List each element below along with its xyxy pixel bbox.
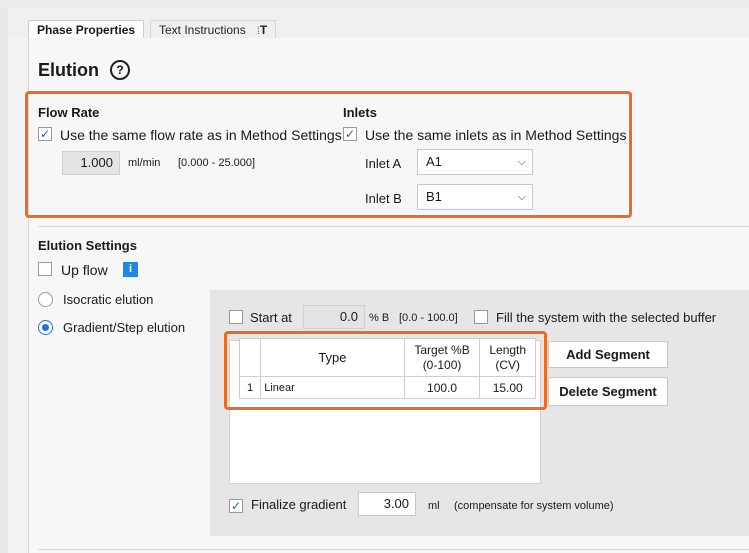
checkmark-icon: ✓ (344, 127, 356, 141)
start-at-unit: % B (369, 312, 390, 324)
flow-rate-range: [0.000 - 25.000] (178, 157, 256, 169)
up-flow-label: Up flow (61, 262, 108, 278)
inlet-b-select[interactable]: B1 ⌵ (417, 184, 533, 210)
gradient-radio[interactable] (38, 320, 53, 335)
segment-table-highlight (224, 331, 547, 410)
window-left-strip (0, 8, 8, 553)
finalize-note: (compensate for system volume) (454, 500, 614, 512)
flow-rate-checkbox-label: Use the same flow rate as in Method Sett… (60, 127, 342, 143)
window-top-strip (0, 0, 749, 8)
elution-settings-title: Elution Settings (38, 238, 137, 253)
tab-overflow-label-text: T (259, 23, 268, 37)
checkmark-icon: ✓ (230, 499, 242, 513)
start-at-label: Start at (250, 310, 292, 325)
info-icon[interactable]: i (123, 262, 138, 277)
up-flow-checkbox[interactable] (38, 262, 52, 276)
inlets-checkbox[interactable]: ✓ (343, 127, 357, 141)
flow-rate-unit: ml/min (128, 157, 161, 169)
inlet-b-value: B1 (426, 189, 442, 204)
inlets-checkbox-label: Use the same inlets as in Method Setting… (365, 127, 627, 143)
isocratic-radio[interactable] (38, 292, 53, 307)
section-divider (38, 226, 749, 227)
flow-rate-title: Flow Rate (38, 105, 100, 120)
checkmark-icon: ✓ (39, 127, 51, 141)
finalize-unit: ml (428, 500, 440, 512)
gradient-label: Gradient/Step elution (63, 320, 186, 335)
tab-text-instructions-label: Text Instructions (159, 23, 246, 37)
chevron-down-icon: ⌵ (517, 156, 526, 168)
inlet-a-label: Inlet A (365, 156, 402, 171)
start-at-checkbox[interactable] (229, 310, 243, 324)
inlets-title: Inlets (343, 105, 377, 120)
tab-text-instructions[interactable]: Text Instructions ⁞T (150, 20, 277, 39)
isocratic-label: Isocratic elution (63, 292, 154, 307)
flow-rate-checkbox[interactable]: ✓ (38, 127, 52, 141)
bottom-divider (38, 549, 749, 550)
inlet-b-label: Inlet B (365, 191, 402, 206)
help-glyph: ? (116, 63, 124, 77)
fill-system-label: Fill the system with the selected buffer (496, 310, 717, 325)
finalize-label: Finalize gradient (251, 497, 347, 512)
finalize-checkbox[interactable]: ✓ (229, 499, 243, 513)
inlet-a-select[interactable]: A1 ⌵ (417, 149, 533, 175)
inlet-a-value: A1 (426, 154, 442, 169)
add-segment-button[interactable]: Add Segment (548, 341, 668, 368)
chevron-down-icon: ⌵ (517, 191, 526, 203)
tab-phase-properties[interactable]: Phase Properties (28, 20, 145, 40)
help-circle-icon[interactable]: ? (110, 60, 130, 80)
start-at-range: [0.0 - 100.0] (399, 312, 458, 324)
delete-segment-button[interactable]: Delete Segment (548, 377, 668, 406)
page-title: Elution (38, 60, 99, 80)
flow-rate-input[interactable]: 1.000 (62, 151, 120, 175)
fill-system-checkbox[interactable] (474, 310, 488, 324)
start-at-input[interactable]: 0.0 (303, 305, 365, 329)
finalize-input[interactable]: 3.00 (358, 492, 416, 516)
